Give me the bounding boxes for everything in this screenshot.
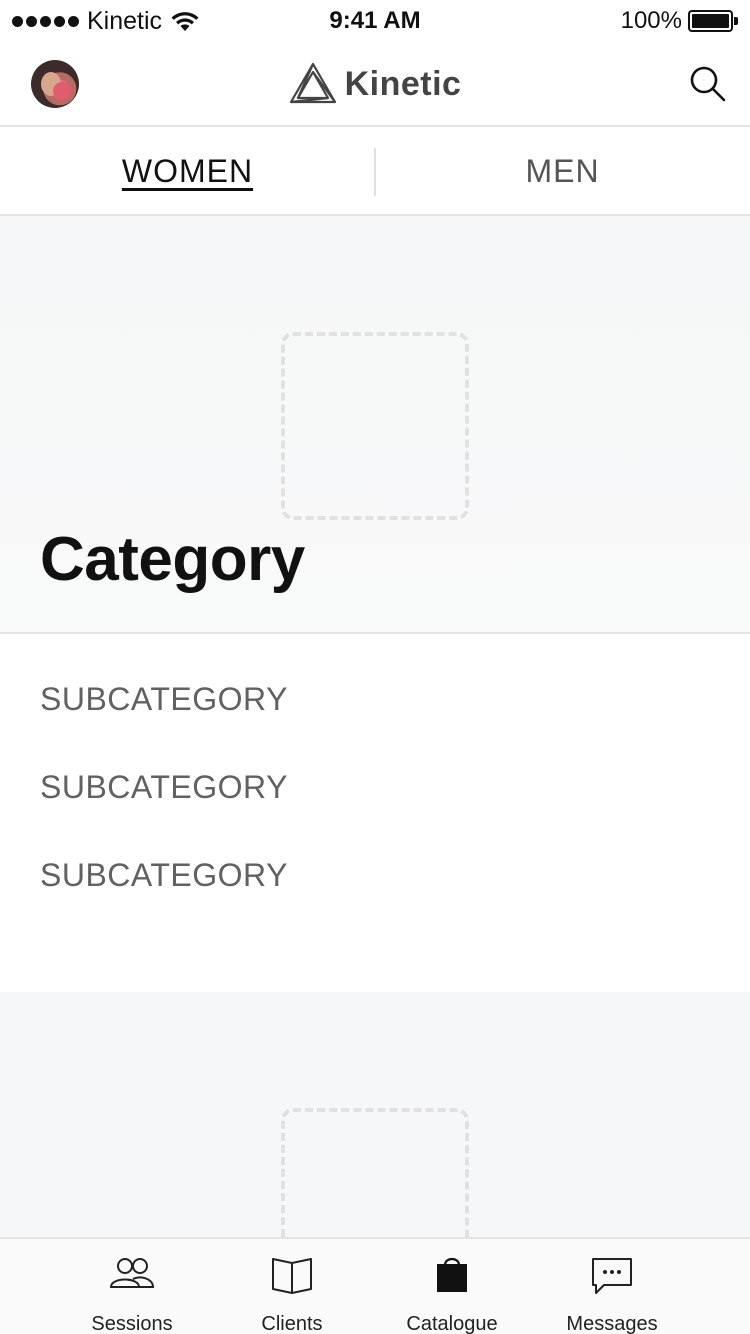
tabbar-label: Sessions bbox=[91, 1313, 173, 1334]
category-card[interactable] bbox=[0, 992, 750, 1268]
tabbar-messages[interactable]: Messages bbox=[532, 1239, 692, 1334]
tabbar-label: Messages bbox=[566, 1313, 658, 1334]
tab-men[interactable]: MEN bbox=[375, 128, 750, 214]
tabbar-label: Clients bbox=[261, 1313, 323, 1334]
tabbar-clients[interactable]: Clients bbox=[212, 1239, 372, 1334]
brand: Kinetic bbox=[0, 60, 750, 108]
nav-bar: Kinetic bbox=[0, 40, 750, 127]
tab-divider bbox=[374, 148, 376, 196]
gender-tabs: WOMEN MEN bbox=[0, 128, 750, 216]
subcategory-item[interactable]: SUBCATEGORY bbox=[40, 769, 288, 806]
search-icon[interactable] bbox=[688, 64, 728, 104]
battery-percent: 100% bbox=[620, 7, 682, 34]
tabbar-sessions[interactable]: Sessions bbox=[52, 1239, 212, 1334]
brand-name: Kinetic bbox=[344, 64, 462, 103]
tab-women[interactable]: WOMEN bbox=[0, 128, 375, 214]
tabbar-label: Catalogue bbox=[406, 1313, 498, 1334]
status-bar: Kinetic 9:41 AM 100% bbox=[0, 0, 750, 40]
bottom-tab-bar: Sessions Clients Catalogue Messages bbox=[0, 1237, 750, 1334]
battery-icon bbox=[688, 10, 738, 32]
image-placeholder bbox=[281, 332, 469, 520]
subcategory-item[interactable]: SUBCATEGORY bbox=[40, 857, 288, 894]
category-card[interactable]: Category bbox=[0, 216, 750, 634]
subcategory-item[interactable]: SUBCATEGORY bbox=[40, 681, 288, 718]
bag-icon bbox=[437, 1257, 467, 1292]
penrose-triangle-logo-icon bbox=[289, 62, 336, 104]
status-right: 100% bbox=[621, 6, 738, 36]
chat-icon bbox=[592, 1258, 632, 1294]
people-icon bbox=[109, 1258, 155, 1288]
category-title: Category bbox=[40, 525, 305, 594]
tabbar-catalogue[interactable]: Catalogue bbox=[372, 1239, 532, 1334]
book-icon bbox=[272, 1258, 312, 1294]
